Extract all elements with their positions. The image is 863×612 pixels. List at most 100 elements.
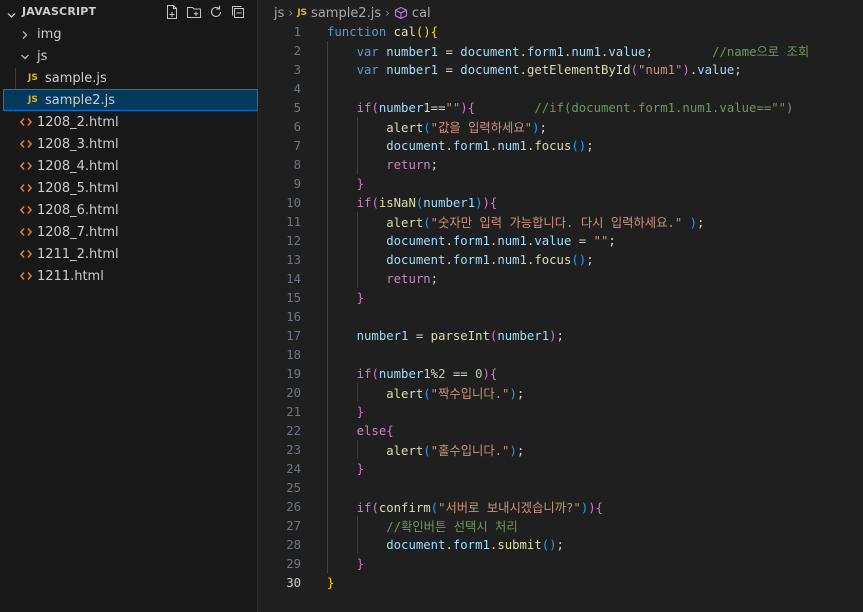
code-token: }	[327, 575, 335, 590]
code-token: document	[460, 44, 520, 59]
code-line[interactable]: 15 }	[258, 288, 863, 307]
code-token: (	[423, 443, 431, 458]
code-token: parseInt	[430, 328, 490, 343]
line-number: 10	[286, 195, 301, 210]
new-folder-icon[interactable]	[186, 4, 202, 20]
breadcrumb-file[interactable]: sample2.js	[311, 6, 381, 21]
code-editor[interactable]: js › JS sample2.js › cal 1 function cal()…	[258, 0, 863, 612]
explorer-section-header[interactable]: JAVASCRIPT	[0, 0, 257, 24]
line-number: 6	[293, 119, 301, 134]
line-number: 2	[293, 43, 301, 58]
code-line[interactable]: 10 if(isNaN(number1)){	[258, 193, 863, 212]
tree-file-1208-6-html[interactable]: 1208_6.html	[0, 199, 257, 221]
code-token: "짝수입니다."	[430, 386, 510, 401]
breadcrumb-folder[interactable]: js	[274, 6, 284, 21]
code-line[interactable]: 1 function cal(){	[258, 22, 863, 41]
code-token: )	[423, 24, 431, 39]
code-token: }	[356, 556, 365, 571]
code-token: =	[408, 328, 431, 343]
line-number: 1	[293, 24, 301, 39]
code-token: (	[423, 386, 431, 401]
code-line[interactable]: 13 document.form1.num1.focus();	[258, 250, 863, 269]
code-text: }	[327, 177, 364, 191]
code-token: ;	[516, 443, 525, 458]
code-text: document.form1.submit();	[327, 538, 564, 552]
code-line[interactable]: 28 document.form1.submit();	[258, 535, 863, 554]
code-line[interactable]: 21 }	[258, 402, 863, 421]
code-text: document.form1.num1.focus();	[327, 252, 594, 267]
code-line[interactable]: 23 alert("홀수입니다.");	[258, 440, 863, 459]
tree-folder-img[interactable]: img	[0, 23, 257, 45]
code-token: (	[571, 252, 579, 267]
html-file-icon	[20, 249, 36, 259]
indent-guide	[356, 383, 358, 402]
code-line[interactable]: 8 return;	[258, 155, 863, 174]
code-text: }	[327, 291, 364, 305]
tree-file-1208-7-html[interactable]: 1208_7.html	[0, 221, 257, 243]
tree-file-1208-4-html[interactable]: 1208_4.html	[0, 155, 257, 177]
code-line[interactable]: 18	[258, 345, 863, 364]
breadcrumb: js › JS sample2.js › cal	[274, 3, 431, 23]
code-line[interactable]: 4	[258, 79, 863, 98]
code-line[interactable]: 6 alert("값을 입력하세요");	[258, 117, 863, 136]
tree-file-1211-2-html[interactable]: 1211_2.html	[0, 243, 257, 265]
code-token: (	[630, 62, 638, 77]
tree-file-1208-5-html[interactable]: 1208_5.html	[0, 177, 257, 199]
code-line[interactable]: 26 if(confirm("서버로 보내시겠습니까?")){	[258, 497, 863, 516]
code-text: document.form1.num1.value = "";	[327, 234, 616, 248]
code-line[interactable]: 29 }	[258, 554, 863, 573]
code-line[interactable]: 27 //확인버튼 선택시 처리	[258, 516, 863, 535]
code-token: =	[438, 44, 461, 59]
code-token: (	[571, 138, 579, 153]
code-line[interactable]: 20 alert("짝수입니다.");	[258, 383, 863, 402]
code-line[interactable]: 14 return;	[258, 269, 863, 288]
breadcrumb-symbol[interactable]: cal	[412, 6, 431, 21]
code-line[interactable]: 9 }	[258, 174, 863, 193]
code-token: ;	[645, 44, 653, 59]
line-number: 25	[286, 480, 301, 495]
tree-folder-js[interactable]: js	[0, 45, 257, 67]
code-line[interactable]: 12 document.form1.num1.value = "";	[258, 231, 863, 250]
code-line[interactable]: 3 var number1 = document.getElementById(…	[258, 60, 863, 79]
code-line[interactable]: 22 else{	[258, 421, 863, 440]
code-token: getElementById	[526, 62, 631, 77]
indent-guide	[356, 440, 358, 459]
tree-file-1208-3-html[interactable]: 1208_3.html	[0, 133, 257, 155]
tree-file-1208-2-html[interactable]: 1208_2.html	[0, 111, 257, 133]
code-line[interactable]: 25	[258, 478, 863, 497]
line-number: 14	[286, 271, 301, 286]
code-token: submit	[497, 537, 542, 552]
collapse-all-icon[interactable]	[230, 4, 246, 20]
code-token: if	[356, 100, 372, 115]
code-token: ;	[539, 120, 547, 135]
code-token: (	[371, 366, 379, 381]
code-line[interactable]: 5 if(number1==""){ //if(document.form1.n…	[258, 98, 863, 117]
new-file-icon[interactable]	[164, 4, 180, 20]
code-line[interactable]: 11 alert("숫자만 입력 가능합니다. 다시 입력하세요." );	[258, 212, 863, 231]
code-token: //확인버튼 선택시 처리	[386, 519, 518, 534]
code-line[interactable]: 30}	[258, 573, 863, 592]
code-token: (	[371, 195, 379, 210]
refresh-icon[interactable]	[208, 4, 224, 20]
tree-file-sample2-js[interactable]: JS sample2.js	[3, 89, 258, 111]
code-line[interactable]: 2 var number1 = document.form1.num1.valu…	[258, 41, 863, 60]
code-token: (	[423, 215, 431, 230]
code-line[interactable]: 7 document.form1.num1.focus();	[258, 136, 863, 155]
code-line[interactable]: 17 number1 = parseInt(number1);	[258, 326, 863, 345]
code-token: )	[482, 366, 490, 381]
code-line[interactable]: 24 }	[258, 459, 863, 478]
tree-item-label: 1208_7.html	[37, 224, 119, 240]
tree-file-1211-html[interactable]: 1211.html	[0, 265, 257, 287]
tree-file-sample-js[interactable]: JS sample.js	[0, 67, 257, 89]
code-token: ;	[586, 252, 594, 267]
code-line[interactable]: 19 if(number1%2 == 0){	[258, 364, 863, 383]
explorer-actions	[164, 4, 246, 20]
code-line[interactable]: 16	[258, 307, 863, 326]
code-token: "숫자만 입력 가능합니다. 다시 입력하세요."	[430, 215, 683, 230]
